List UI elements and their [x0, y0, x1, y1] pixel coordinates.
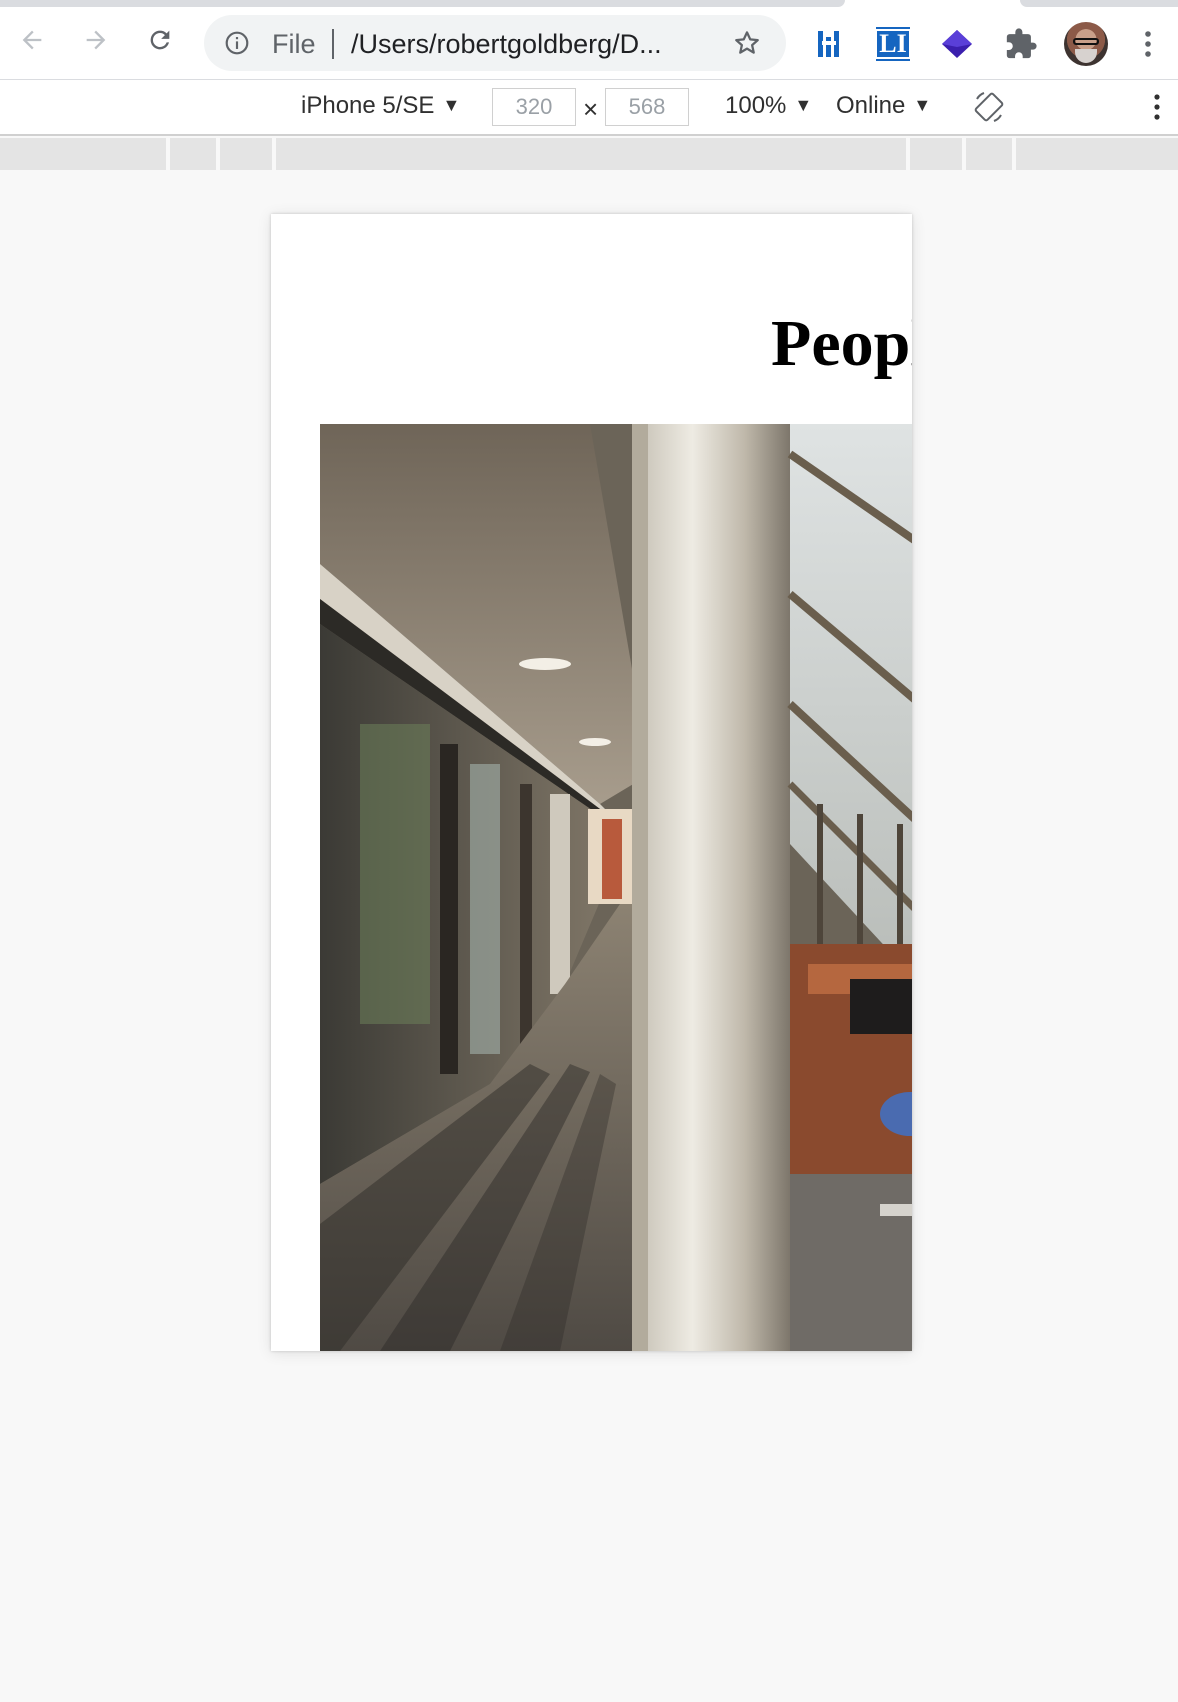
mq-divider — [272, 138, 276, 170]
star-icon[interactable] — [732, 28, 762, 58]
device-toolbar: iPhone 5/SE ▼ 320 × 568 100% ▼ Online ▼ — [0, 80, 1178, 136]
caret-down-icon: ▼ — [913, 95, 932, 115]
height-input[interactable]: 568 — [605, 88, 689, 126]
url-divider — [332, 29, 334, 59]
bars-extension-icon[interactable] — [812, 27, 846, 61]
reload-button[interactable] — [142, 22, 178, 58]
width-input[interactable]: 320 — [492, 88, 576, 126]
info-icon[interactable] — [224, 30, 250, 56]
mq-divider — [962, 138, 966, 170]
devtools-more-icon[interactable] — [1150, 90, 1164, 124]
page-title: People — [771, 307, 912, 380]
li-extension-icon[interactable]: LI — [875, 27, 911, 61]
rotate-icon[interactable] — [972, 90, 1006, 124]
device-select-label: iPhone 5/SE — [301, 92, 435, 119]
address-bar[interactable]: File /Users/robertgoldberg/D... — [204, 15, 786, 71]
avatar-glasses — [1073, 38, 1099, 45]
caret-down-icon: ▼ — [794, 95, 813, 115]
arrow-right-icon — [86, 30, 106, 50]
mq-divider — [1012, 138, 1016, 170]
arrow-left-icon — [22, 30, 42, 50]
media-query-bar[interactable] — [0, 138, 1178, 170]
device-viewport[interactable]: People — [271, 214, 912, 1351]
device-select[interactable]: iPhone 5/SE ▼ — [301, 92, 460, 120]
forward-button[interactable] — [78, 22, 114, 58]
url-scheme: File — [272, 29, 316, 59]
zoom-select[interactable]: 100% ▼ — [725, 92, 812, 120]
avatar-beard — [1075, 49, 1097, 63]
li-extension-label: LI — [875, 29, 911, 59]
profile-avatar[interactable] — [1064, 22, 1108, 66]
url-text[interactable]: /Users/robertgoldberg/D... — [351, 29, 711, 60]
browser-menu-icon[interactable] — [1140, 27, 1156, 61]
back-button[interactable] — [14, 22, 50, 58]
hero-image — [320, 424, 912, 1351]
mq-divider — [216, 138, 220, 170]
dimension-separator: × — [583, 94, 599, 124]
caret-down-icon: ▼ — [442, 95, 461, 115]
tab-strip — [0, 0, 1178, 7]
browser-toolbar: File /Users/robertgoldberg/D... LI — [0, 7, 1178, 80]
hallway-photo — [320, 424, 912, 1351]
zoom-select-label: 100% — [725, 92, 787, 119]
tab-strip-right — [1020, 0, 1178, 7]
mq-divider — [906, 138, 910, 170]
tab-strip-left — [0, 0, 845, 7]
network-select-label: Online — [836, 92, 906, 119]
puzzle-extensions-icon[interactable] — [1004, 27, 1038, 61]
mq-divider — [166, 138, 170, 170]
diamond-extension-icon[interactable] — [940, 27, 974, 61]
network-select[interactable]: Online ▼ — [836, 92, 931, 120]
reload-icon — [150, 30, 170, 50]
